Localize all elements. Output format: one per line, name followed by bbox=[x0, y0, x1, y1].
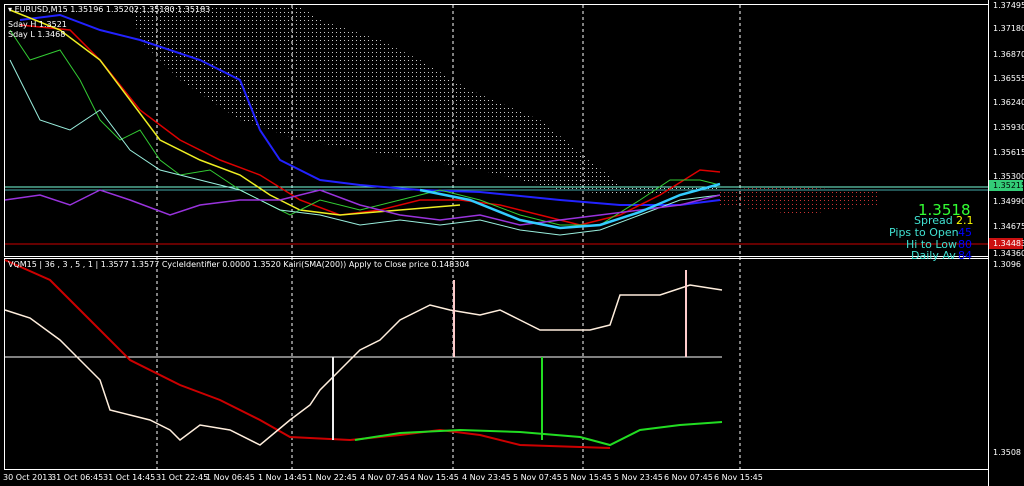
symbol-label: EURUSD,M15 bbox=[14, 5, 68, 14]
time-tick: 1 Nov 14:45 bbox=[258, 473, 307, 482]
price-chart[interactable] bbox=[0, 0, 1024, 486]
current-price-tag: 1.35215 bbox=[993, 181, 1024, 190]
quotes-label: 1.35196 1.35202 1.35180 1.35183 bbox=[70, 5, 211, 14]
indicator-tick: 1.3096 bbox=[993, 260, 1021, 269]
dropdown-icon[interactable]: ▾ bbox=[8, 5, 12, 14]
price-tick: 1.37495 bbox=[993, 1, 1024, 10]
time-tick: 1 Nov 22:45 bbox=[308, 473, 357, 482]
price-tick: 1.35930 bbox=[993, 123, 1024, 132]
time-tick: 6 Nov 15:45 bbox=[714, 473, 763, 482]
price-tick: 1.35300 bbox=[993, 172, 1024, 181]
time-tick: 5 Nov 23:45 bbox=[614, 473, 663, 482]
sday-high-label: Sday H 1.3521 bbox=[8, 20, 67, 29]
indicator-tick: 1.3508 bbox=[993, 448, 1021, 457]
indicator-header: VQM15 | 36 , 3 , 5 , 1 | 1.3577 1.3577 C… bbox=[8, 260, 470, 269]
price-tick: 1.36870 bbox=[993, 50, 1024, 59]
time-tick: 4 Nov 07:45 bbox=[360, 473, 409, 482]
price-tick: 1.37180 bbox=[993, 24, 1024, 33]
time-tick: 1 Nov 06:45 bbox=[206, 473, 255, 482]
time-tick: 4 Nov 15:45 bbox=[410, 473, 459, 482]
time-tick: 30 Oct 2013 bbox=[3, 473, 53, 482]
time-tick: 4 Nov 23:45 bbox=[462, 473, 511, 482]
kairi-line bbox=[4, 284, 723, 446]
chart-header: ▾ EURUSD,M15 1.35196 1.35202 1.35180 1.3… bbox=[8, 5, 210, 14]
price-tick: 1.34360 bbox=[993, 249, 1024, 258]
indicator-panel-frame bbox=[4, 258, 989, 470]
vqm-signal-line bbox=[4, 259, 611, 449]
daily-av-value: 84 bbox=[958, 249, 972, 262]
price-tick: 1.35615 bbox=[993, 148, 1024, 157]
price-tick: 1.34675 bbox=[993, 222, 1024, 231]
daily-av-label: Daily Av bbox=[911, 249, 956, 262]
price-tick: 1.36555 bbox=[993, 74, 1024, 83]
time-tick: 31 Oct 14:45 bbox=[103, 473, 156, 482]
time-tick: 5 Nov 07:45 bbox=[513, 473, 562, 482]
time-tick: 6 Nov 07:45 bbox=[664, 473, 713, 482]
price-tick: 1.34990 bbox=[993, 197, 1024, 206]
time-tick: 31 Oct 06:45 bbox=[51, 473, 104, 482]
sday-low-label: Sday L 1.3468 bbox=[8, 30, 66, 39]
red-price-tag: 1.34483 bbox=[993, 239, 1024, 248]
time-tick: 5 Nov 15:45 bbox=[563, 473, 612, 482]
time-tick: 31 Oct 22:45 bbox=[156, 473, 209, 482]
price-tick: 1.36240 bbox=[993, 98, 1024, 107]
